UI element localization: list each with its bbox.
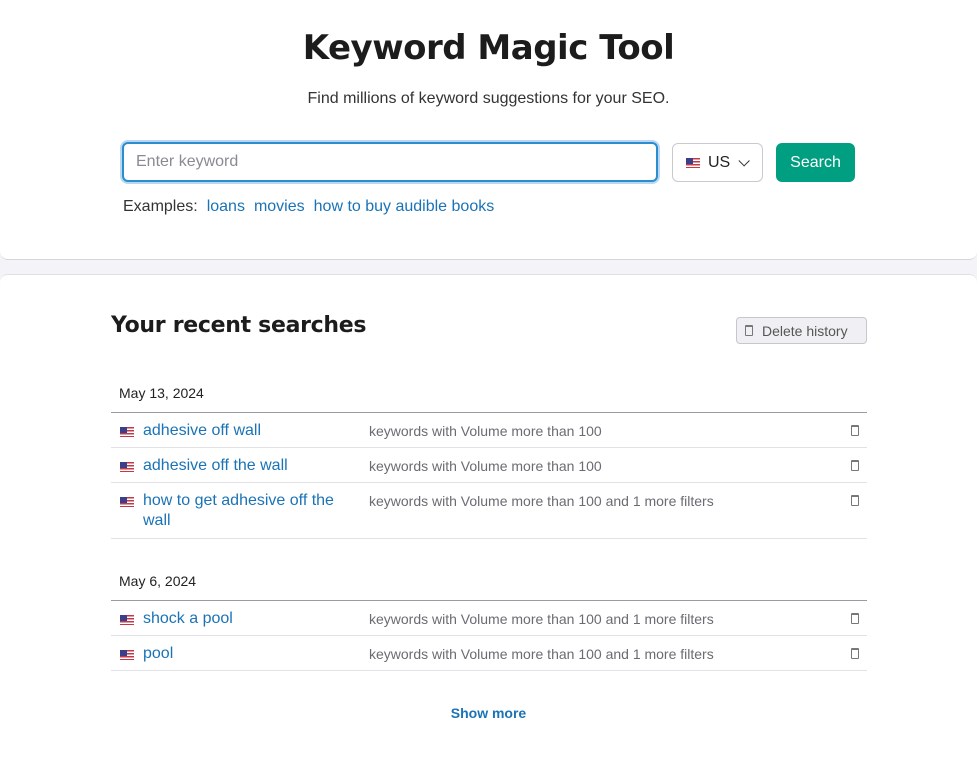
database-select[interactable]: US (672, 143, 763, 182)
show-more-link[interactable]: Show more (0, 705, 977, 721)
filter-description: keywords with Volume more than 100 (369, 423, 602, 439)
page-title: Keyword Magic Tool (302, 28, 675, 68)
search-button[interactable]: Search (776, 143, 855, 182)
delete-item-icon[interactable] (851, 460, 859, 471)
filter-description: keywords with Volume more than 100 and 1… (369, 493, 714, 509)
database-label: US (708, 153, 731, 171)
us-flag-icon (120, 427, 134, 437)
keyword-link[interactable]: adhesive off the wall (143, 456, 363, 476)
list-item: adhesive off the wall keywords with Volu… (111, 448, 867, 483)
search-group: May 13, 2024 adhesive off wall keywords … (111, 375, 867, 539)
filter-description: keywords with Volume more than 100 and 1… (369, 611, 714, 627)
delete-item-icon[interactable] (851, 648, 859, 659)
example-link[interactable]: movies (254, 198, 305, 215)
delete-item-icon[interactable] (851, 495, 859, 506)
list-item: how to get adhesive off the wall keyword… (111, 483, 867, 539)
list-item: adhesive off wall keywords with Volume m… (111, 413, 867, 448)
group-date: May 13, 2024 (111, 375, 867, 413)
us-flag-icon (120, 497, 134, 507)
keyword-link[interactable]: how to get adhesive off the wall (143, 491, 363, 531)
list-item: pool keywords with Volume more than 100 … (111, 636, 867, 671)
page-subtitle: Find millions of keyword suggestions for… (307, 90, 670, 107)
example-link[interactable]: how to buy audible books (314, 198, 495, 215)
chevron-down-icon (738, 154, 751, 167)
us-flag-icon (120, 462, 134, 472)
us-flag-icon (120, 615, 134, 625)
filter-description: keywords with Volume more than 100 and 1… (369, 646, 714, 662)
trash-icon (745, 325, 753, 336)
keyword-link[interactable]: shock a pool (143, 609, 363, 629)
filter-description: keywords with Volume more than 100 (369, 458, 602, 474)
examples-label: Examples: (123, 198, 198, 215)
keyword-input[interactable] (122, 142, 658, 182)
delete-item-icon[interactable] (851, 425, 859, 436)
delete-history-button[interactable]: Delete history (736, 317, 867, 344)
keyword-link[interactable]: pool (143, 644, 363, 664)
recent-searches-panel: Your recent searches Delete history May … (0, 274, 977, 768)
delete-history-label: Delete history (762, 322, 848, 339)
examples: Examples: loans movies how to buy audible b… (123, 198, 494, 216)
delete-item-icon[interactable] (851, 613, 859, 624)
search-panel: Keyword Magic Tool Find millions of keyw… (0, 0, 977, 260)
search-group: May 6, 2024 shock a pool keywords with V… (111, 563, 867, 671)
example-link[interactable]: loans (207, 198, 245, 215)
keyword-link[interactable]: adhesive off wall (143, 421, 363, 441)
group-date: May 6, 2024 (111, 563, 867, 601)
recent-searches-title: Your recent searches (111, 313, 367, 338)
us-flag-icon (686, 157, 700, 168)
us-flag-icon (120, 650, 134, 660)
list-item: shock a pool keywords with Volume more t… (111, 601, 867, 636)
